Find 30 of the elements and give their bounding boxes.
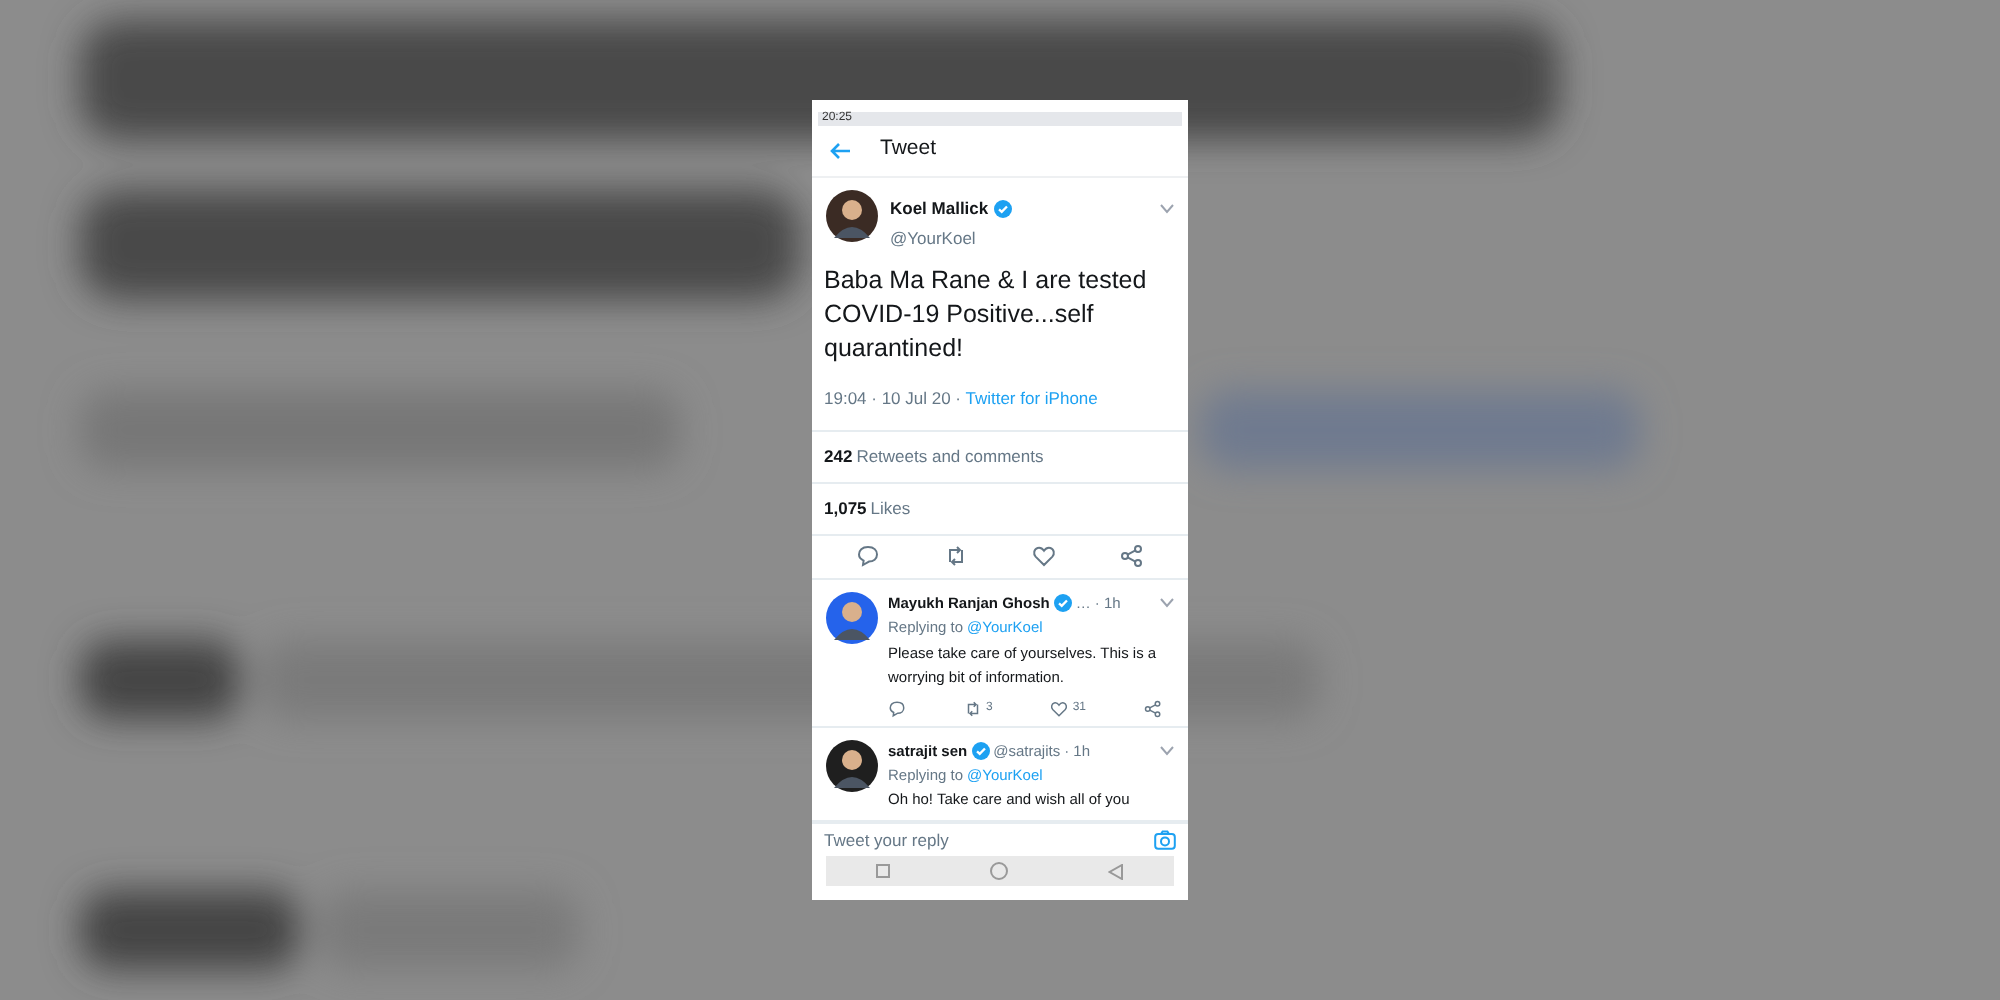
- caret-icon[interactable]: [1160, 745, 1174, 756]
- avatar-icon[interactable]: [826, 592, 878, 645]
- author-handle: @YourKoel: [890, 226, 978, 253]
- comment-icon[interactable]: [888, 699, 906, 718]
- recent-apps-icon[interactable]: [876, 864, 890, 879]
- likes-label[interactable]: Likes: [870, 495, 911, 522]
- avatar-icon[interactable]: [826, 189, 878, 242]
- heart-icon[interactable]: [1032, 544, 1056, 569]
- share-icon[interactable]: [1143, 699, 1162, 718]
- tweet-text: Baba Ma Rane & I are tested COVID-19 Positive...self quarantined!: [822, 264, 1149, 367]
- tweet-timestamp: 19:04 · 10 Jul 20 ·: [824, 388, 964, 409]
- source-link[interactable]: Twitter for iPhone: [965, 388, 1098, 409]
- caret-icon[interactable]: [1160, 203, 1174, 214]
- back-arrow-icon[interactable]: [830, 141, 852, 160]
- author-name[interactable]: Koel Mallick: [890, 195, 989, 221]
- screen-title: Tweet: [880, 134, 937, 165]
- camera-icon[interactable]: [1154, 830, 1176, 851]
- like-count: 1,075: [824, 495, 867, 522]
- heart-icon[interactable]: [1050, 699, 1069, 718]
- avatar-icon[interactable]: [826, 739, 878, 792]
- back-icon[interactable]: [1108, 863, 1124, 880]
- caret-icon[interactable]: [1160, 598, 1174, 609]
- share-icon[interactable]: [1120, 544, 1144, 569]
- reply-input-field[interactable]: Tweet your reply: [824, 827, 1104, 854]
- comment-icon[interactable]: [856, 544, 880, 569]
- home-icon[interactable]: [990, 862, 1008, 881]
- retweet-count: 242: [824, 444, 853, 470]
- retweets-label[interactable]: Retweets and comments: [856, 444, 1044, 470]
- retweet-icon[interactable]: [963, 699, 982, 718]
- retweet-icon[interactable]: [944, 544, 968, 569]
